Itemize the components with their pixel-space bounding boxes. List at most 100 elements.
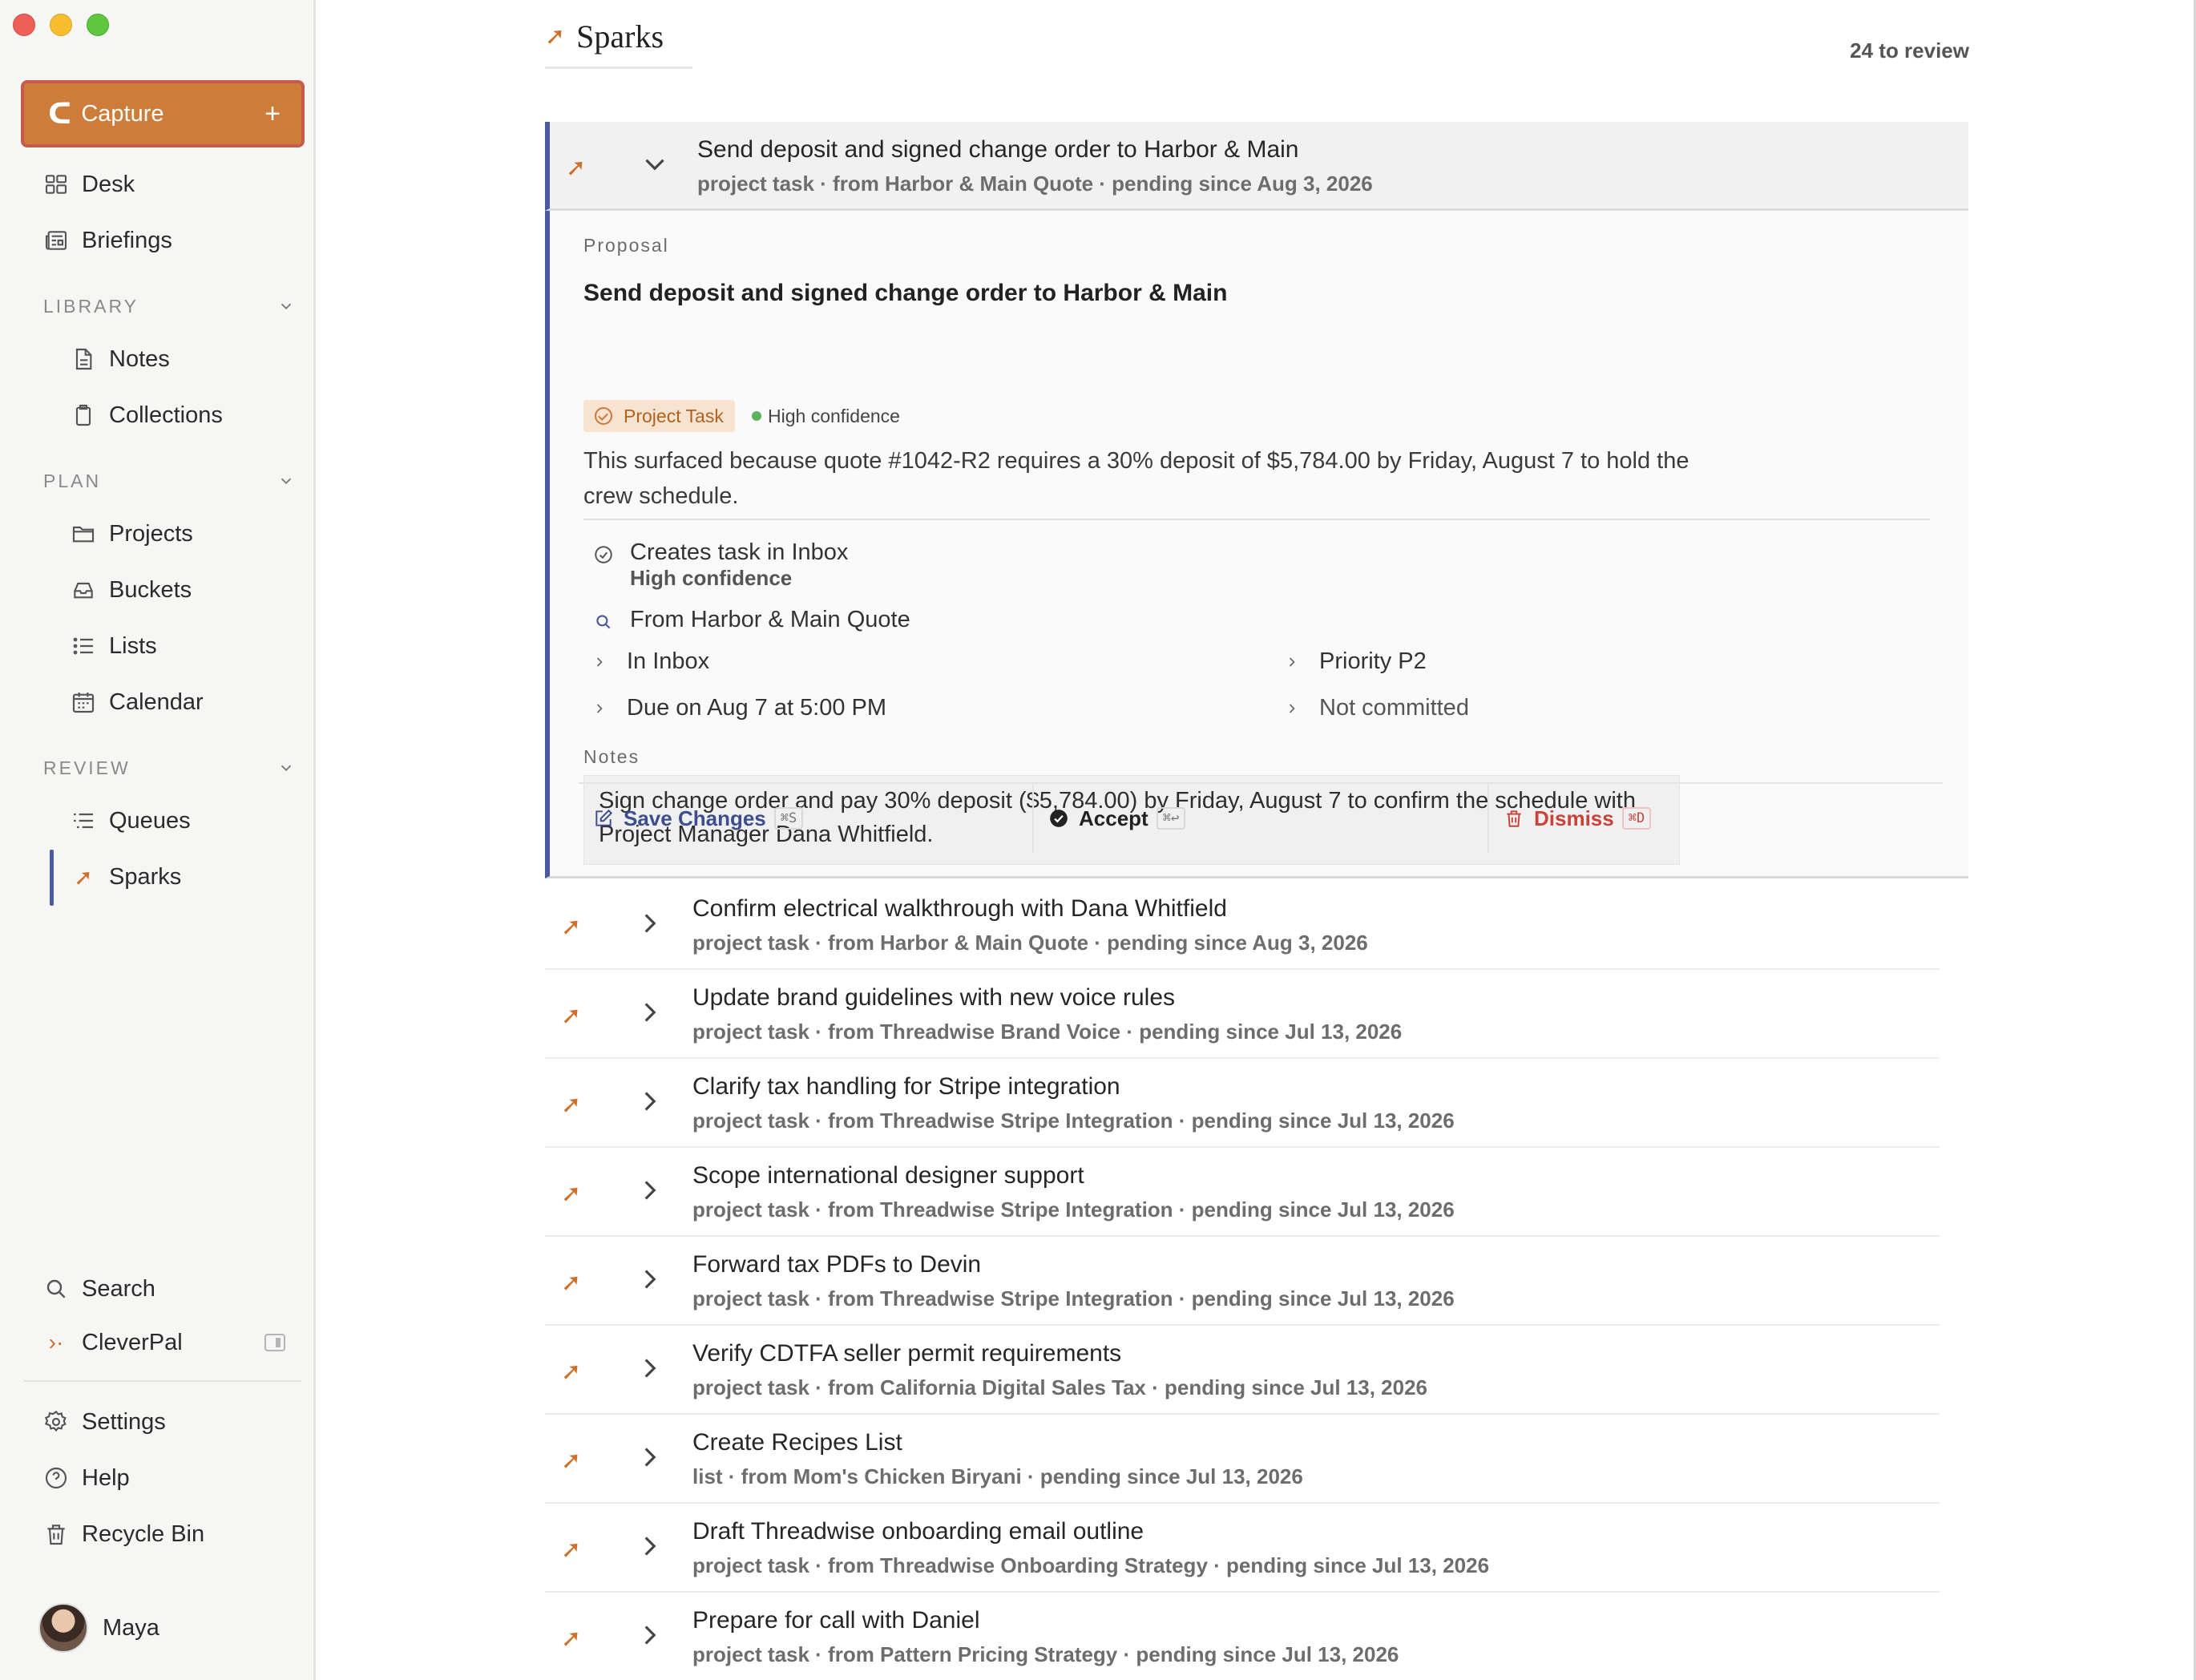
chevron-down-icon <box>281 765 292 772</box>
active-indicator <box>50 850 54 906</box>
chevron-right-icon[interactable] <box>633 1440 667 1474</box>
spark-row[interactable]: ➚ Create Recipes List list · from Mom's Ch… <box>545 1415 1940 1504</box>
sidebar-item-queues[interactable]: Queues <box>69 797 191 845</box>
section-title: REVIEW <box>43 757 131 778</box>
chevron-right-icon[interactable] <box>633 1618 667 1652</box>
chevron-down-icon[interactable] <box>638 147 672 181</box>
sidebar-item-buckets[interactable]: Buckets <box>69 566 192 614</box>
field-location[interactable]: In Inbox <box>591 648 709 675</box>
panel-toggle-icon[interactable] <box>264 1334 285 1351</box>
section-plan-toggle[interactable]: PLAN <box>43 465 295 497</box>
proposal-actions: Save Changes ⌘S Accept ⌘↩ Dismiss ⌘D <box>579 782 1943 853</box>
dismiss-button[interactable]: Dismiss ⌘D <box>1488 784 1943 853</box>
sidebar-item-label: Briefings <box>82 227 172 253</box>
user-name: Maya <box>103 1614 159 1641</box>
effect-title: Creates task in Inbox <box>630 539 849 565</box>
source-row[interactable]: From Harbor & Main Quote <box>591 607 910 634</box>
capture-icon: ᑕ <box>48 97 72 130</box>
spark-row[interactable]: ➚ Forward tax PDFs to Devin project task ·… <box>545 1237 1940 1326</box>
spark-title: Update brand guidelines with new voice r… <box>692 984 1176 1011</box>
sidebar-item-desk[interactable]: Desk <box>42 160 135 208</box>
field-priority-value: Priority P2 <box>1319 648 1427 674</box>
chevron-right-icon <box>1284 701 1300 717</box>
chevron-down-icon <box>281 478 292 485</box>
spark-icon: ➚ <box>561 1536 582 1564</box>
spark-title: Scope international designer support <box>692 1162 1084 1189</box>
sparks-list: ➚ Send deposit and signed change order t… <box>545 122 1968 878</box>
dismiss-label: Dismiss <box>1534 806 1614 830</box>
plus-icon[interactable]: + <box>264 100 281 127</box>
sidebar-item-settings[interactable]: Settings <box>42 1398 166 1446</box>
sidebar-item-calendar[interactable]: Calendar <box>69 678 204 726</box>
save-changes-button[interactable]: Save Changes ⌘S <box>579 784 1032 853</box>
page-title: ➚ Sparks <box>545 18 692 69</box>
sidebar-item-projects[interactable]: Projects <box>69 510 193 558</box>
spark-row[interactable]: ➚ Draft Threadwise onboarding email outli… <box>545 1504 1940 1593</box>
spark-icon: ➚ <box>561 1625 582 1653</box>
user-profile[interactable]: Maya <box>38 1603 159 1653</box>
zoom-window-button[interactable] <box>87 14 109 36</box>
minimize-window-button[interactable] <box>50 14 72 36</box>
sidebar-item-lists[interactable]: Lists <box>69 622 157 670</box>
spark-meta: project task · from Threadwise Stripe In… <box>692 1109 1455 1133</box>
section-title: LIBRARY <box>43 295 139 317</box>
proposal-label: Proposal <box>583 235 669 256</box>
sidebar-item-sparks[interactable]: ➚ Sparks <box>69 853 181 901</box>
chevron-right-icon[interactable] <box>633 1351 667 1385</box>
spark-row[interactable]: ➚ Prepare for call with Daniel project tas… <box>545 1593 1940 1680</box>
field-priority[interactable]: Priority P2 <box>1284 648 1427 675</box>
section-review-toggle[interactable]: REVIEW <box>43 752 295 784</box>
spark-meta: project task · from Threadwise Onboardin… <box>692 1553 1490 1577</box>
spark-meta: project task · from Threadwise Brand Voi… <box>692 1020 1403 1044</box>
chevron-right-icon[interactable] <box>633 1529 667 1563</box>
spark-row[interactable]: ➚ Verify CDTFA seller permit requirements… <box>545 1326 1940 1415</box>
capture-button[interactable]: ᑕ Capture + <box>21 80 305 147</box>
chevron-right-icon[interactable] <box>633 1173 667 1207</box>
chevron-right-icon <box>591 701 608 717</box>
sidebar-item-collections[interactable]: Collections <box>69 391 223 439</box>
spark-row[interactable]: ➚ Scope international designer support pro… <box>545 1148 1940 1237</box>
trash-icon <box>42 1520 71 1549</box>
notes-label: Notes <box>583 746 640 767</box>
confidence-dot <box>752 411 761 421</box>
gear-icon <box>42 1407 71 1436</box>
sidebar-item-briefings[interactable]: Briefings <box>42 216 172 265</box>
dismiss-shortcut: ⌘D <box>1621 807 1652 830</box>
search-icon <box>42 1274 71 1303</box>
chevron-right-icon[interactable] <box>633 907 667 940</box>
close-window-button[interactable] <box>13 14 35 36</box>
list-icon <box>69 632 98 660</box>
confidence-indicator: High confidence <box>752 400 900 432</box>
main-content: ➚ Sparks 24 to review ➚ Send deposit and… <box>318 0 2196 1680</box>
chevron-right-icon[interactable] <box>633 1262 667 1296</box>
type-badge[interactable]: Project Task <box>583 400 735 432</box>
spark-row-expanded[interactable]: ➚ Send deposit and signed change order t… <box>545 122 1968 211</box>
field-due[interactable]: Due on Aug 7 at 5:00 PM <box>591 695 886 721</box>
chevron-right-icon[interactable] <box>633 1084 667 1118</box>
section-library-toggle[interactable]: LIBRARY <box>43 290 295 322</box>
spark-title: Clarify tax handling for Stripe integrat… <box>692 1073 1120 1100</box>
sidebar-item-notes[interactable]: Notes <box>69 335 170 383</box>
spark-row[interactable]: ➚ Confirm electrical walkthrough with Dan… <box>545 881 1940 970</box>
sidebar-item-help[interactable]: Help <box>42 1454 130 1502</box>
sidebar-item-recycle-bin[interactable]: Recycle Bin <box>42 1510 204 1558</box>
sidebar-item-cleverpal[interactable]: ›· CleverPal <box>42 1319 183 1367</box>
field-commitment[interactable]: Not committed <box>1284 695 1469 721</box>
spark-title: Forward tax PDFs to Devin <box>692 1251 982 1278</box>
effect-row: Creates task in Inbox High confidence <box>591 539 848 591</box>
spark-row[interactable]: ➚ Update brand guidelines with new voice … <box>545 970 1940 1059</box>
confidence-label: High confidence <box>768 405 900 426</box>
source-label: From Harbor & Main Quote <box>630 607 910 632</box>
trash-icon <box>1504 808 1524 829</box>
sidebar-item-search[interactable]: Search <box>42 1265 155 1313</box>
chevron-right-icon[interactable] <box>633 995 667 1029</box>
spark-meta: list · from Mom's Chicken Biryani · pend… <box>692 1464 1303 1488</box>
sidebar-item-label: Projects <box>109 520 193 547</box>
review-count: 24 to review <box>1850 38 1969 63</box>
spark-meta: project task · from Pattern Pricing Stra… <box>692 1642 1399 1666</box>
clipboard-icon <box>69 401 98 430</box>
spark-row[interactable]: ➚ Clarify tax handling for Stripe integra… <box>545 1059 1940 1148</box>
check-circle-icon <box>591 543 616 567</box>
spark-icon: ➚ <box>561 1091 582 1119</box>
accept-button[interactable]: Accept ⌘↩ <box>1032 784 1488 853</box>
